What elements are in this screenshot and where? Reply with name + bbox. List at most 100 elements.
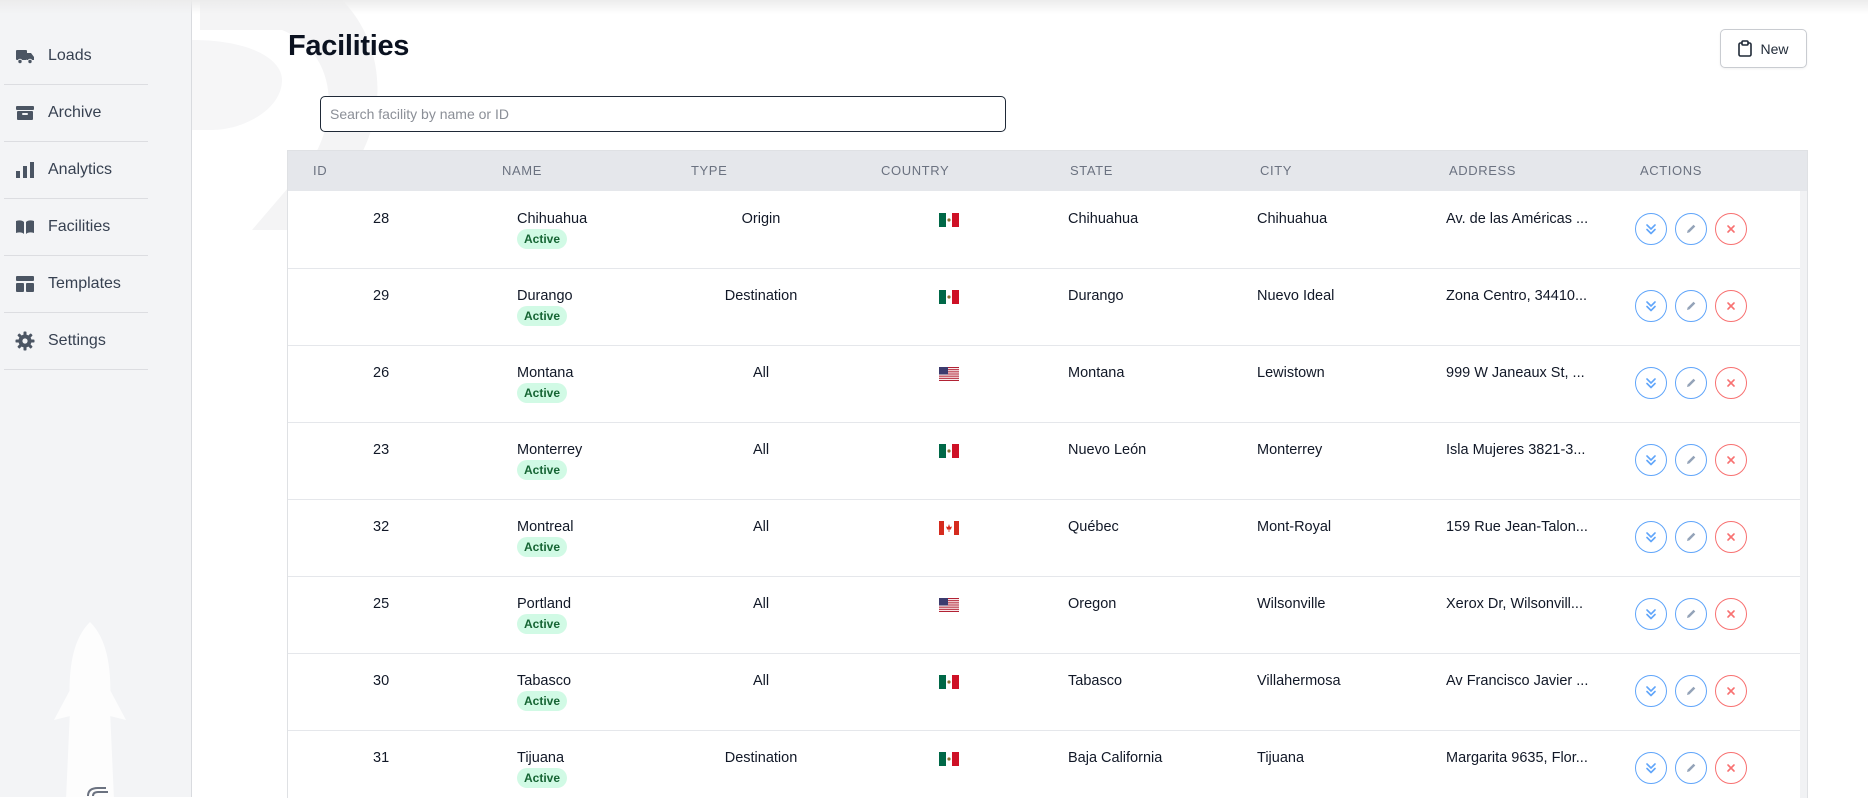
sidebar-item-label: Archive — [48, 104, 102, 121]
facility-name: Montana — [517, 365, 574, 381]
expand-row-button[interactable] — [1635, 444, 1667, 476]
table-row[interactable]: 26 Montana Active All Montana Lewistown 999 W … — [288, 345, 1800, 423]
table-row[interactable]: 31 Tijuana Active Destination Baja Californi… — [288, 730, 1800, 798]
sidebar-item-templates[interactable]: Templates — [4, 256, 148, 313]
expand-row-button[interactable] — [1635, 521, 1667, 553]
delete-facility-button[interactable] — [1715, 675, 1747, 707]
close-icon — [1725, 685, 1737, 697]
status-badge: Active — [517, 768, 568, 788]
facility-type: Origin — [741, 211, 781, 227]
delete-facility-button[interactable] — [1715, 213, 1747, 245]
status-badge: Active — [517, 691, 568, 711]
pencil-icon — [1684, 299, 1698, 313]
facility-state: Montana — [1068, 365, 1125, 381]
facility-name: Durango — [517, 288, 573, 304]
facility-id: 31 — [373, 750, 390, 766]
chevrons-down-icon — [1644, 761, 1658, 775]
expand-row-button[interactable] — [1635, 367, 1667, 399]
chevrons-down-icon — [1644, 222, 1658, 236]
table-row[interactable]: 30 Tabasco Active All Tabasco Villahermosa Av … — [288, 653, 1800, 731]
edit-facility-button[interactable] — [1675, 598, 1707, 630]
delete-facility-button[interactable] — [1715, 598, 1747, 630]
delete-facility-button[interactable] — [1715, 752, 1747, 784]
edit-facility-button[interactable] — [1675, 367, 1707, 399]
status-badge: Active — [517, 460, 568, 480]
edit-facility-button[interactable] — [1675, 213, 1707, 245]
row-actions — [1635, 444, 1747, 476]
clipboard-icon — [1738, 40, 1753, 57]
expand-row-button[interactable] — [1635, 752, 1667, 784]
delete-facility-button[interactable] — [1715, 367, 1747, 399]
row-actions — [1635, 290, 1747, 322]
facility-address: Xerox Dr, Wilsonvill... — [1446, 596, 1583, 612]
sidebar-item-settings[interactable]: Settings — [4, 313, 148, 370]
edit-facility-button[interactable] — [1675, 290, 1707, 322]
status-badge: Active — [517, 614, 568, 634]
close-icon — [1725, 608, 1737, 620]
facility-id: 32 — [373, 519, 390, 535]
country-flag-ca-icon — [939, 521, 959, 535]
facility-city: Villahermosa — [1257, 673, 1341, 689]
table-row[interactable]: 32 Montreal Active All Québec Mont-Royal 159 R… — [288, 499, 1800, 577]
table-scrollbar[interactable] — [1800, 191, 1807, 798]
edit-facility-button[interactable] — [1675, 752, 1707, 784]
expand-row-button[interactable] — [1635, 213, 1667, 245]
facility-id: 29 — [373, 288, 390, 304]
sidebar-item-label: Loads — [48, 47, 92, 64]
column-header-id[interactable]: ID — [313, 163, 327, 178]
facility-id: 26 — [373, 365, 390, 381]
facility-state: Nuevo León — [1068, 442, 1147, 458]
facility-state: Oregon — [1068, 596, 1117, 612]
facility-id: 25 — [373, 596, 390, 612]
pencil-icon — [1684, 222, 1698, 236]
close-icon — [1725, 454, 1737, 466]
sidebar: Loads Archive Analytics Facilities Templ… — [0, 0, 192, 797]
delete-facility-button[interactable] — [1715, 444, 1747, 476]
table-row[interactable]: 28 Chihuahua Active Origin Chihuahua Chihuahu… — [288, 191, 1800, 269]
sidebar-item-facilities[interactable]: Facilities — [4, 199, 148, 256]
country-flag-mx-icon — [939, 290, 959, 304]
table-row[interactable]: 25 Portland Active All Oregon Wilsonville Xero… — [288, 576, 1800, 654]
edit-facility-button[interactable] — [1675, 675, 1707, 707]
pencil-icon — [1684, 376, 1698, 390]
facility-type: All — [752, 519, 770, 535]
sidebar-item-analytics[interactable]: Analytics — [4, 142, 148, 199]
chevrons-down-icon — [1644, 299, 1658, 313]
facility-state: Chihuahua — [1068, 211, 1139, 227]
column-header-city[interactable]: CITY — [1260, 163, 1292, 178]
column-header-actions: ACTIONS — [1640, 163, 1702, 178]
column-header-country[interactable]: COUNTRY — [881, 163, 949, 178]
facility-address: Av Francisco Javier ... — [1446, 673, 1589, 689]
table-row[interactable]: 29 Durango Active Destination Durango Nuevo I… — [288, 268, 1800, 346]
edit-facility-button[interactable] — [1675, 444, 1707, 476]
status-badge: Active — [517, 306, 568, 326]
facility-city: Chihuahua — [1257, 211, 1328, 227]
facility-city: Monterrey — [1257, 442, 1323, 458]
new-facility-button[interactable]: New — [1720, 29, 1807, 68]
facility-type: All — [752, 442, 770, 458]
country-flag-us-icon — [939, 367, 959, 381]
search-input[interactable] — [320, 96, 1006, 132]
sidebar-item-archive[interactable]: Archive — [4, 85, 148, 142]
pencil-icon — [1684, 530, 1698, 544]
edit-facility-button[interactable] — [1675, 521, 1707, 553]
facility-name: Montreal — [517, 519, 574, 535]
delete-facility-button[interactable] — [1715, 521, 1747, 553]
table-row[interactable]: 23 Monterrey Active All Nuevo León Monterrey I… — [288, 422, 1800, 500]
template-layout-icon — [14, 273, 36, 295]
sidebar-item-label: Settings — [48, 332, 106, 349]
facility-id: 30 — [373, 673, 390, 689]
expand-row-button[interactable] — [1635, 598, 1667, 630]
close-icon — [1725, 377, 1737, 389]
expand-row-button[interactable] — [1635, 675, 1667, 707]
sidebar-nav: Loads Archive Analytics Facilities Templ… — [0, 28, 148, 370]
row-actions — [1635, 367, 1747, 399]
delete-facility-button[interactable] — [1715, 290, 1747, 322]
archive-box-icon — [14, 102, 36, 124]
column-header-address[interactable]: ADDRESS — [1449, 163, 1516, 178]
column-header-name[interactable]: NAME — [502, 163, 542, 178]
column-header-type[interactable]: TYPE — [691, 163, 727, 178]
sidebar-item-loads[interactable]: Loads — [4, 28, 148, 85]
expand-row-button[interactable] — [1635, 290, 1667, 322]
column-header-state[interactable]: STATE — [1070, 163, 1113, 178]
